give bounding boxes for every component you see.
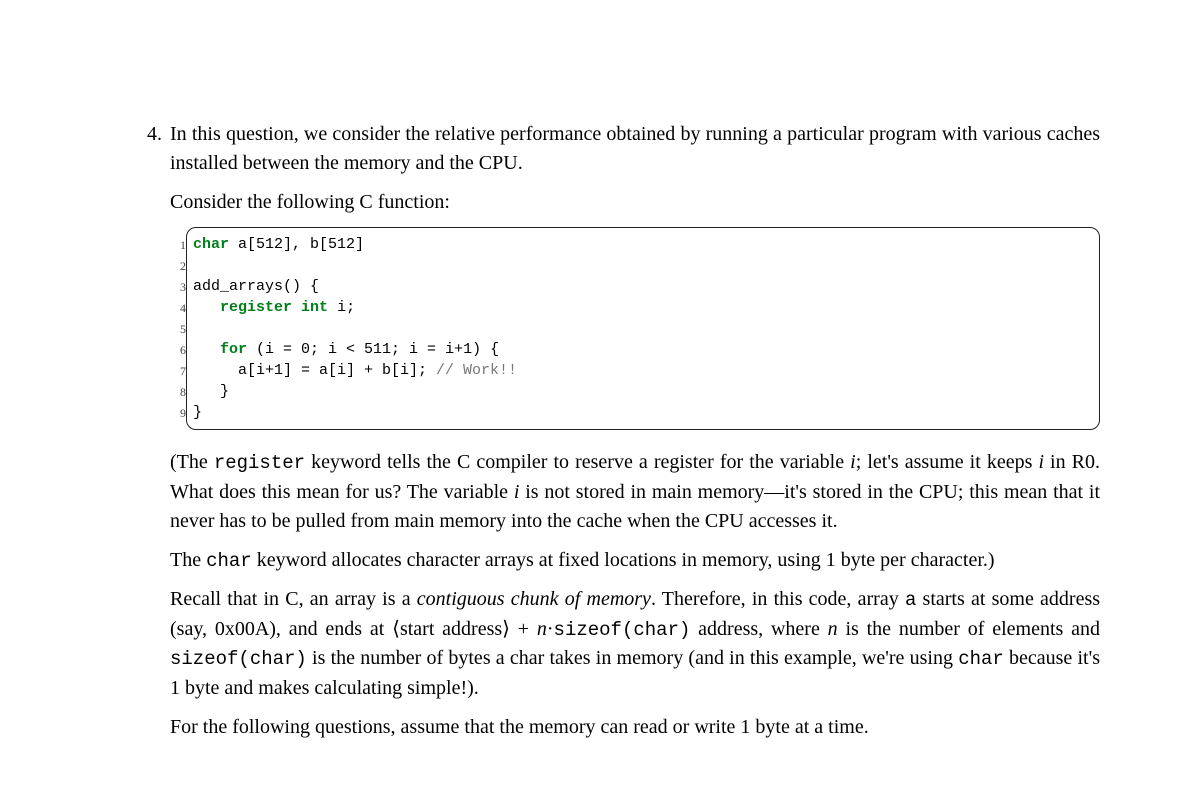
line-number: 2: [170, 256, 186, 277]
code-box: char a[512], b[512] add_arrays() { regis…: [186, 227, 1100, 430]
inline-code: sizeof(char): [554, 619, 691, 641]
emphasis: contiguous chunk of memory: [417, 588, 651, 610]
line-number: 9: [170, 403, 186, 424]
question-number: 4.: [130, 120, 170, 149]
explanation-paragraph-4: For the following questions, assume that…: [170, 713, 1100, 742]
code-text: [193, 299, 220, 316]
explanation-paragraph-1: (The register keyword tells the C compil…: [170, 448, 1100, 536]
code-listing: 1 2 3 4 5 6 7 8 9 char a[512], b[512] ad…: [170, 227, 1100, 430]
line-number: 4: [170, 298, 186, 319]
code-text: i;: [328, 299, 355, 316]
explanation-paragraph-2: The char keyword allocates character arr…: [170, 546, 1100, 576]
code-keyword: int: [301, 299, 328, 316]
inline-code: register: [214, 452, 305, 474]
line-number: 6: [170, 340, 186, 361]
code-keyword: for: [220, 341, 247, 358]
line-number: 5: [170, 319, 186, 340]
question-body: In this question, we consider the relati…: [170, 120, 1100, 752]
line-number: 8: [170, 382, 186, 403]
inline-code: sizeof(char): [170, 648, 307, 670]
code-keyword: register: [220, 299, 292, 316]
intro-paragraph: In this question, we consider the relati…: [170, 120, 1100, 178]
inline-code: char: [958, 648, 1004, 670]
line-number: 3: [170, 277, 186, 298]
code-text: a[512], b[512]: [229, 236, 364, 253]
line-number-gutter: 1 2 3 4 5 6 7 8 9: [170, 227, 186, 430]
code-comment: // Work!!: [436, 362, 517, 379]
math-var: n: [828, 618, 838, 640]
line-number: 7: [170, 361, 186, 382]
inline-code: char: [206, 550, 252, 572]
explanation-paragraph-3: Recall that in C, an array is a contiguo…: [170, 585, 1100, 703]
code-keyword: char: [193, 236, 229, 253]
page: 4. In this question, we consider the rel…: [0, 0, 1200, 805]
code-text: }: [193, 404, 202, 421]
math-var: n: [537, 618, 547, 640]
consider-paragraph: Consider the following C function:: [170, 188, 1100, 217]
code-text: [193, 341, 220, 358]
inline-code: a: [905, 589, 916, 611]
line-number: 1: [170, 235, 186, 256]
code-text: add_arrays() {: [193, 278, 319, 295]
question-block: 4. In this question, we consider the rel…: [130, 120, 1100, 752]
code-text: }: [193, 383, 229, 400]
code-text: (i = 0; i < 511; i = i+1) {: [247, 341, 499, 358]
code-text: a[i+1] = a[i] + b[i];: [193, 362, 436, 379]
